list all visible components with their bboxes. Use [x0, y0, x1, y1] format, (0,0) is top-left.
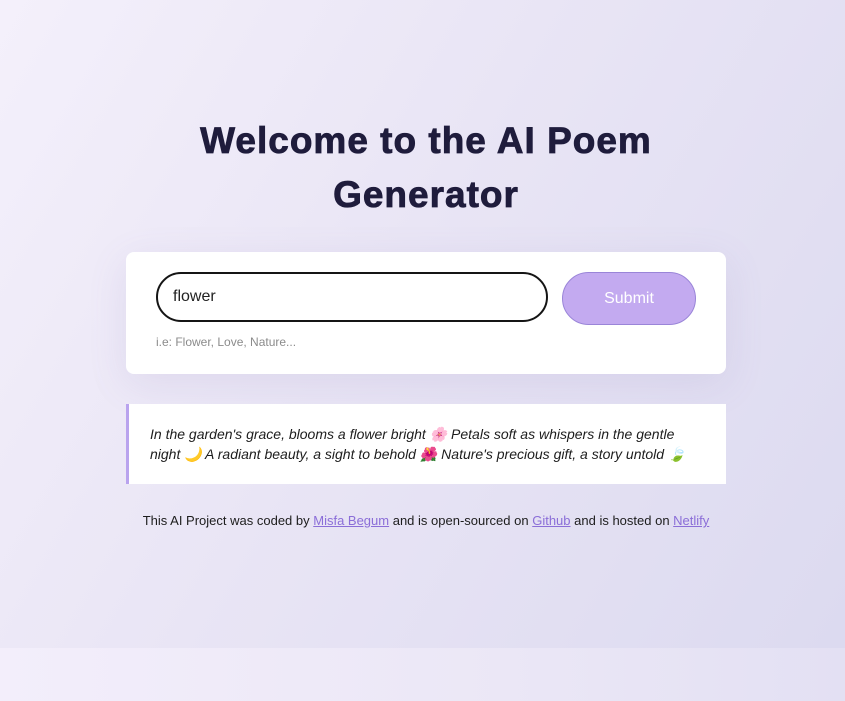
- author-link[interactable]: Misfa Begum: [313, 513, 389, 528]
- poem-form: Submit i.e: Flower, Love, Nature...: [126, 252, 726, 374]
- submit-button[interactable]: Submit: [562, 272, 696, 325]
- netlify-link[interactable]: Netlify: [673, 513, 709, 528]
- poem-output: In the garden's grace, blooms a flower b…: [126, 404, 726, 484]
- page-title: Welcome to the AI Poem Generator: [200, 120, 652, 216]
- input-hint: i.e: Flower, Love, Nature...: [156, 335, 297, 349]
- github-link[interactable]: Github: [532, 513, 570, 528]
- footer-text: This AI Project was coded by: [142, 513, 314, 528]
- bottom-strip: [0, 648, 845, 701]
- footer: This AI Project was coded by Misfa Begum…: [0, 513, 845, 528]
- footer-text: and is open-sourced on: [389, 513, 533, 528]
- topic-input[interactable]: [156, 272, 548, 322]
- page-background: Welcome to the AI Poem Generator Submit …: [0, 0, 845, 648]
- footer-text: and is hosted on: [570, 513, 674, 528]
